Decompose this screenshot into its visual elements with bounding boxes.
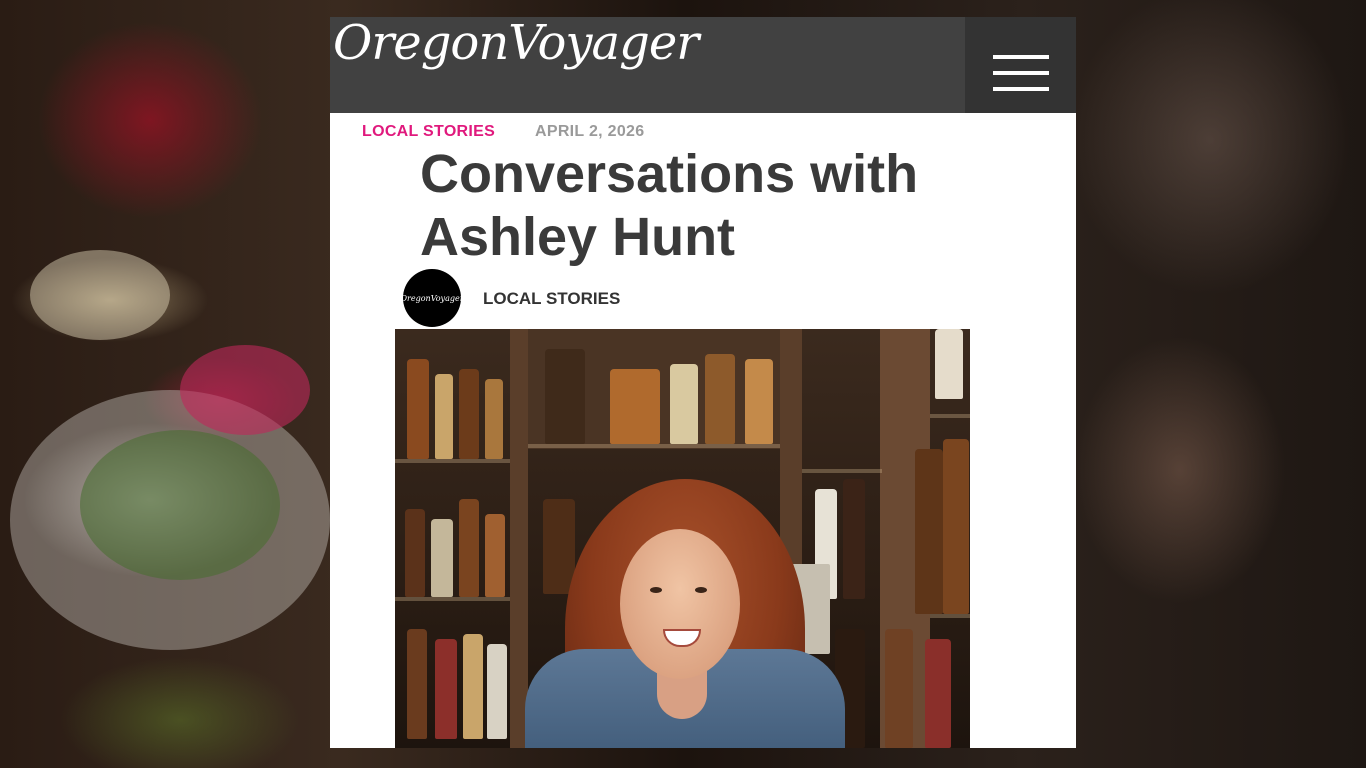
salad-greens-bg (80, 430, 280, 580)
cabinet-post (510, 329, 528, 748)
bottle (925, 639, 951, 748)
pickled-onion-bg (180, 345, 310, 435)
food-plate-bg (30, 250, 170, 340)
bottle (843, 479, 865, 599)
bottle (745, 359, 773, 444)
avatar-logo-text: OregonVoyager (400, 293, 464, 303)
bottle (405, 509, 425, 597)
shelf (528, 444, 780, 448)
bottle (543, 499, 575, 594)
bottle (435, 639, 457, 739)
bottle (610, 369, 660, 444)
person-face (620, 529, 740, 679)
bottle (431, 519, 453, 597)
author-avatar[interactable]: OregonVoyager (400, 269, 464, 327)
shelf (930, 414, 970, 418)
bottle (935, 329, 963, 399)
bottle (463, 634, 483, 739)
article-title: Conversations with Ashley Hunt (420, 144, 919, 267)
article-panel: OregonVoyager LOCAL STORIES APRIL 2, 202… (330, 17, 1076, 748)
shelf (395, 459, 510, 463)
person-eye (695, 587, 707, 593)
bottle (915, 449, 943, 614)
bottle (407, 359, 429, 459)
bottle (943, 439, 969, 614)
bottle (459, 499, 479, 597)
bottle (705, 354, 735, 444)
shelf (395, 597, 510, 601)
hero-image (395, 329, 970, 748)
bottle (487, 644, 507, 739)
site-header: OregonVoyager (330, 17, 1076, 113)
shelf (930, 614, 970, 618)
author-category-link[interactable]: LOCAL STORIES (483, 289, 620, 309)
site-logo[interactable]: OregonVoyager (333, 17, 699, 69)
bottle (545, 349, 585, 444)
bottle (670, 364, 698, 444)
person-eye (650, 587, 662, 593)
bottle (885, 629, 913, 748)
category-link[interactable]: LOCAL STORIES (362, 123, 495, 140)
menu-button[interactable] (965, 17, 1076, 113)
article-category: LOCAL STORIES (362, 123, 495, 141)
bottle (459, 369, 479, 459)
bottle (485, 379, 503, 459)
shelf (802, 469, 882, 473)
bottle (435, 374, 453, 459)
bottle (485, 514, 505, 597)
article-date: APRIL 2, 2026 (535, 123, 645, 140)
bottle (407, 629, 427, 739)
